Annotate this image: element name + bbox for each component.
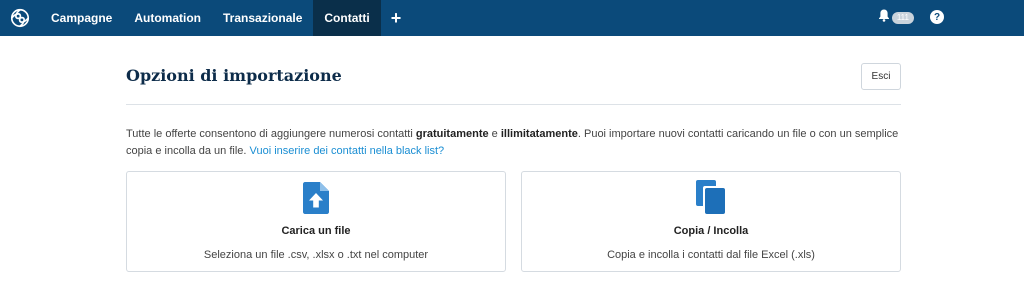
- nav-item-transazionale[interactable]: Transazionale: [212, 0, 313, 36]
- nav-item-automation[interactable]: Automation: [123, 0, 212, 36]
- nav-item-campagne[interactable]: Campagne: [40, 0, 123, 36]
- bell-icon: [878, 9, 890, 27]
- add-menu-button[interactable]: +: [381, 0, 412, 36]
- copy-paste-card[interactable]: Copia / Incolla Copia e incolla i contat…: [521, 171, 901, 272]
- intro-bold-unlimited: illimitatamente: [500, 128, 578, 140]
- help-icon[interactable]: ?: [930, 10, 944, 24]
- intro-bold-free: gratuitamente: [415, 128, 489, 140]
- intro-text-part: Tutte le offerte consentono di aggiunger…: [126, 128, 416, 140]
- top-navigation-bar: Campagne Automation Transazionale Contat…: [0, 0, 1024, 36]
- topbar-tools: 111: [878, 0, 914, 36]
- intro-text: Tutte le offerte consentono di aggiunger…: [126, 126, 901, 160]
- upload-file-title: Carica un file: [281, 225, 351, 237]
- upload-file-card[interactable]: Carica un file Seleziona un file .csv, .…: [126, 171, 506, 272]
- notifications-button[interactable]: 111: [878, 9, 914, 27]
- main-nav: Campagne Automation Transazionale Contat…: [40, 0, 411, 36]
- upload-file-icon: [127, 182, 505, 214]
- divider: [126, 104, 901, 105]
- copy-icon: [522, 180, 900, 214]
- upload-file-description: Seleziona un file .csv, .xlsx o .txt nel…: [203, 249, 429, 261]
- nav-item-contatti[interactable]: Contatti: [313, 0, 381, 36]
- copy-paste-title: Copia / Incolla: [673, 225, 749, 237]
- notifications-badge: 111: [891, 12, 914, 24]
- copy-paste-description: Copia e incolla i contatti dal file Exce…: [607, 249, 815, 261]
- page-title: Opzioni di importazione: [126, 66, 342, 85]
- exit-button[interactable]: Esci: [861, 63, 901, 90]
- intro-text-part: e: [488, 128, 501, 140]
- blacklist-link[interactable]: Vuoi inserire dei contatti nella black l…: [250, 145, 445, 157]
- brand-logo-icon[interactable]: [2, 0, 38, 36]
